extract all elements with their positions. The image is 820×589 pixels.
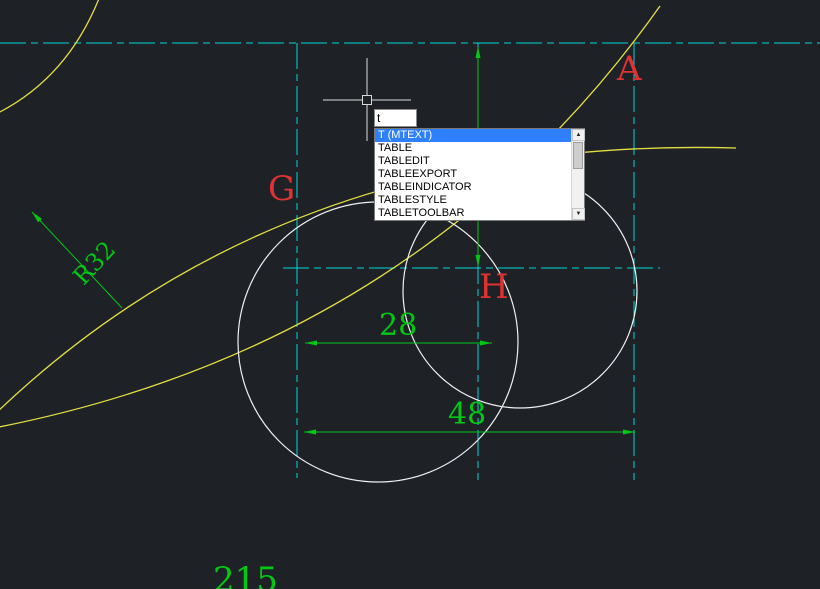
dim-48-arrow-right-icon xyxy=(623,429,635,435)
autocomplete-item[interactable]: TABLESTYLE xyxy=(375,194,571,207)
curve-through-g[interactable] xyxy=(0,146,737,415)
autocomplete-item[interactable]: TABLETOOLBAR xyxy=(375,207,571,220)
autocomplete-item[interactable]: TABLEDIT xyxy=(375,155,571,168)
scrollbar-up-icon: ▲ xyxy=(575,132,582,138)
dim-28-text[interactable]: 28 xyxy=(379,308,417,343)
label-a[interactable]: A xyxy=(617,49,642,89)
command-input[interactable] xyxy=(374,109,417,127)
pickbox xyxy=(362,95,372,105)
scrollbar-down-button[interactable]: ▼ xyxy=(572,208,585,220)
autocomplete-item[interactable]: TABLE xyxy=(375,142,571,155)
cad-canvas[interactable]: A G H R32 28 48 215 T (MTEXT)TABLETABLED… xyxy=(0,0,820,589)
autocomplete-list: T (MTEXT) TABLE TABLEDIT TABLEEXPORT TABLEIN… xyxy=(375,129,571,220)
label-g[interactable]: G xyxy=(268,169,295,209)
circle-left[interactable] xyxy=(237,201,519,483)
label-h[interactable]: H xyxy=(479,267,509,307)
scrollbar[interactable]: ▲ ▼ xyxy=(571,129,585,220)
dim-28-arrow-left-icon xyxy=(305,340,317,346)
autocomplete-item[interactable]: TABLEINDICATOR xyxy=(375,181,571,194)
vertical-dim-arrow-down-icon xyxy=(475,255,481,267)
scrollbar-thumb[interactable] xyxy=(573,142,583,169)
dim-215-text[interactable]: 215 xyxy=(213,560,278,589)
autocomplete-item[interactable]: T (MTEXT) xyxy=(375,129,571,142)
vertical-dim-arrow-up-icon xyxy=(475,46,481,58)
scrollbar-down-icon: ▼ xyxy=(575,211,582,217)
dim-28-arrow-right-icon xyxy=(480,340,492,346)
dim-48-text[interactable]: 48 xyxy=(448,397,486,432)
autocomplete-dropdown: T (MTEXT) TABLE TABLEDIT TABLEEXPORT TABLEIN… xyxy=(374,128,585,221)
arc-top-left[interactable] xyxy=(0,0,100,114)
scrollbar-up-button[interactable]: ▲ xyxy=(572,129,585,141)
drawing-layer xyxy=(0,0,820,483)
dim-48-arrow-left-icon xyxy=(304,429,316,435)
autocomplete-item[interactable]: TABLEEXPORT xyxy=(375,168,571,181)
